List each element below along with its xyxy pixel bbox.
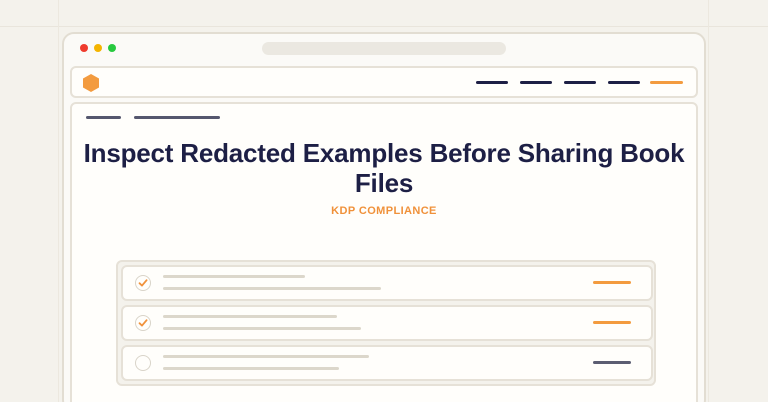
address-bar[interactable] xyxy=(262,42,506,55)
site-header xyxy=(70,66,698,98)
checkmark-icon xyxy=(138,319,148,327)
item-title-placeholder xyxy=(163,355,369,358)
checklist-item[interactable] xyxy=(121,305,653,341)
nav-link-4[interactable] xyxy=(608,81,640,84)
minimize-window-button[interactable] xyxy=(94,44,102,52)
guide-line-right xyxy=(708,0,709,402)
guide-line-horizontal xyxy=(0,26,768,27)
page-title: Inspect Redacted Examples Before Sharing… xyxy=(83,138,685,198)
hexagon-logo-icon[interactable] xyxy=(82,73,100,93)
checklist xyxy=(116,260,656,386)
breadcrumb-item-2[interactable] xyxy=(134,116,220,119)
checkmark-icon xyxy=(138,279,148,287)
item-title-placeholder xyxy=(163,315,337,318)
status-indicator-done xyxy=(593,321,631,324)
item-description-placeholder xyxy=(163,327,361,330)
nav-link-3[interactable] xyxy=(564,81,596,84)
maximize-window-button[interactable] xyxy=(108,44,116,52)
checkbox-checked[interactable] xyxy=(135,275,151,291)
checklist-item[interactable] xyxy=(121,265,653,301)
main-content: Inspect Redacted Examples Before Sharing… xyxy=(70,102,698,402)
close-window-button[interactable] xyxy=(80,44,88,52)
window-chrome xyxy=(64,34,704,64)
guide-line-left xyxy=(58,0,59,402)
nav-cta-link[interactable] xyxy=(650,81,683,84)
breadcrumb-item-1[interactable] xyxy=(86,116,121,119)
category-label: KDP COMPLIANCE xyxy=(331,205,437,217)
nav-link-2[interactable] xyxy=(520,81,552,84)
checkbox-unchecked[interactable] xyxy=(135,355,151,371)
status-indicator-pending xyxy=(593,361,631,364)
status-indicator-done xyxy=(593,281,631,284)
checklist-item[interactable] xyxy=(121,345,653,381)
item-title-placeholder xyxy=(163,275,305,278)
item-description-placeholder xyxy=(163,367,339,370)
browser-window: Inspect Redacted Examples Before Sharing… xyxy=(62,32,706,402)
item-description-placeholder xyxy=(163,287,381,290)
nav-link-1[interactable] xyxy=(476,81,508,84)
checkbox-checked[interactable] xyxy=(135,315,151,331)
